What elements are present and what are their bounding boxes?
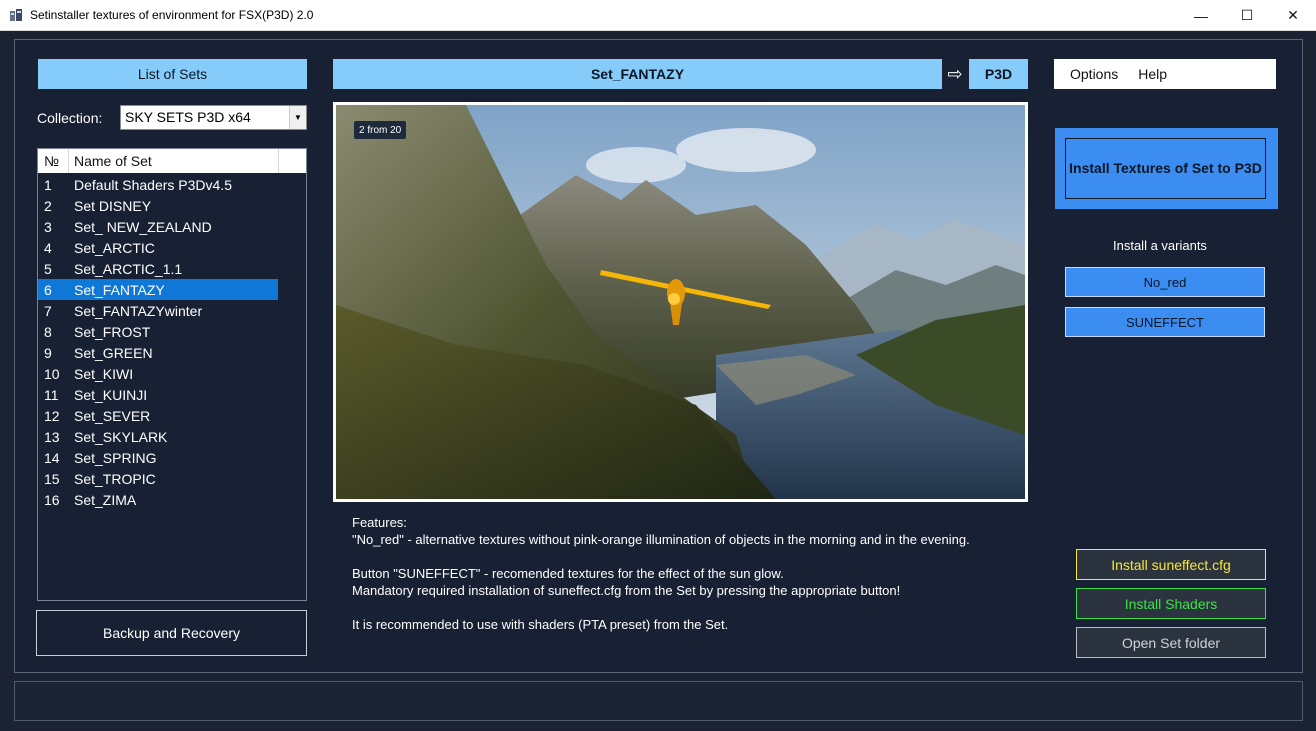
list-item-name: Set_KUINJI [74,387,148,403]
preview-image [333,102,1028,502]
sets-list[interactable]: № Name of Set 1 Default Shaders P3Dv4.5 2 S… [37,148,307,601]
minimize-button[interactable]: — [1178,0,1224,31]
features-line: Mandatory required installation of sunef… [352,583,901,598]
title-bar: Setinstaller textures of environment for… [0,0,1316,31]
collection-label: Collection: [37,110,103,126]
list-item-number: 16 [44,492,60,508]
list-item-number: 2 [44,198,52,214]
list-item-name: Set_FROST [74,324,151,340]
features-line: Button "SUNEFFECT" - recomended textures… [352,566,784,581]
menu-bar: Options Help [1054,59,1276,89]
list-of-sets-header: List of Sets [38,59,307,89]
install-textures-button[interactable]: Install Textures of Set to P3D [1055,128,1278,209]
open-set-folder-button[interactable]: Open Set folder [1076,627,1266,658]
column-divider[interactable] [68,149,69,173]
list-item-number: 4 [44,240,52,256]
list-item-name: Set_ NEW_ZEALAND [74,219,212,235]
list-item-number: 5 [44,261,52,277]
list-item-name: Set DISNEY [74,198,152,214]
list-item-name: Set_KIWI [74,366,134,382]
features-line: "No_red" - alternative textures without … [352,532,970,547]
app-window: Setinstaller textures of environment for… [0,0,1316,731]
maximize-button[interactable]: ☐ [1224,0,1270,31]
features-heading: Features: [352,515,407,530]
variant-no-red-button[interactable]: No_red [1065,267,1265,297]
collection-value: SKY SETS P3D x64 [125,109,251,125]
menu-help[interactable]: Help [1138,66,1167,82]
variant-suneffect-button[interactable]: SUNEFFECT [1065,307,1265,337]
list-item-number: 14 [44,450,60,466]
list-item-name: Set_SPRING [74,450,157,466]
set-title: Set_FANTAZY [333,59,942,89]
list-item[interactable]: 9 Set_GREEN [38,342,278,363]
column-header-number[interactable]: № [44,153,59,169]
list-item-number: 8 [44,324,52,340]
collection-select[interactable]: SKY SETS P3D x64 ▼ [120,105,307,130]
backup-recovery-button[interactable]: Backup and Recovery [36,610,307,656]
list-item[interactable]: 13 Set_SKYLARK [38,426,278,447]
list-item-name: Set_ARCTIC [74,240,155,256]
install-suneffect-button[interactable]: Install suneffect.cfg [1076,549,1266,580]
app-icon [10,9,22,21]
list-item[interactable]: 4 Set_ARCTIC [38,237,278,258]
list-item-number: 6 [44,282,52,298]
list-item-number: 9 [44,345,52,361]
list-item-number: 15 [44,471,60,487]
arrow-right-icon: ⇨ [947,63,963,84]
list-item[interactable]: 12 Set_SEVER [38,405,278,426]
image-counter-badge: 2 from 20 [354,121,407,139]
features-line: It is recommended to use with shaders (P… [352,617,729,632]
landscape-image [336,105,1025,499]
list-item-name: Set_TROPIC [74,471,156,487]
list-item-name: Set_FANTAZYwinter [74,303,203,319]
list-item[interactable]: 16 Set_ZIMA [38,489,278,510]
target-sim-label: P3D [969,59,1028,89]
list-rows: 1 Default Shaders P3Dv4.5 2 Set DISNEY 3 Set_… [38,174,306,510]
list-item-name: Set_SEVER [74,408,151,424]
list-item[interactable]: 11 Set_KUINJI [38,384,278,405]
list-item[interactable]: 6 Set_FANTAZY [38,279,278,300]
list-item-number: 7 [44,303,52,319]
list-item-name: Default Shaders P3Dv4.5 [74,177,232,193]
list-item[interactable]: 8 Set_FROST [38,321,278,342]
list-item-number: 11 [44,387,59,403]
list-item-name: Set_ARCTIC_1.1 [74,261,183,277]
dropdown-arrow-icon[interactable]: ▼ [289,106,306,129]
list-item[interactable]: 5 Set_ARCTIC_1.1 [38,258,278,279]
list-item[interactable]: 10 Set_KIWI [38,363,278,384]
list-header-row: № Name of Set [38,149,306,173]
install-textures-label: Install Textures of Set to P3D [1065,138,1266,199]
list-item[interactable]: 14 Set_SPRING [38,447,278,468]
list-item[interactable]: 1 Default Shaders P3Dv4.5 [38,174,278,195]
list-item-number: 10 [44,366,60,382]
status-bar [14,681,1303,721]
list-item[interactable]: 7 Set_FANTAZYwinter [38,300,278,321]
features-description: Features: "No_red" - alternative texture… [352,514,992,633]
list-item[interactable]: 15 Set_TROPIC [38,468,278,489]
list-item-number: 3 [44,219,52,235]
list-item-name: Set_SKYLARK [74,429,168,445]
list-item-name: Set_GREEN [74,345,153,361]
variants-label: Install a variants [1113,238,1207,253]
list-item-number: 13 [44,429,60,445]
column-divider[interactable] [278,149,279,173]
column-header-name[interactable]: Name of Set [74,153,152,169]
list-item[interactable]: 3 Set_ NEW_ZEALAND [38,216,278,237]
list-item-name: Set_FANTAZY [74,282,165,298]
install-shaders-button[interactable]: Install Shaders [1076,588,1266,619]
list-item-number: 12 [44,408,60,424]
list-item-number: 1 [44,177,52,193]
menu-options[interactable]: Options [1070,66,1118,82]
window-title: Setinstaller textures of environment for… [30,8,314,22]
close-button[interactable]: ✕ [1270,0,1316,31]
list-item-name: Set_ZIMA [74,492,137,508]
list-item[interactable]: 2 Set DISNEY [38,195,278,216]
